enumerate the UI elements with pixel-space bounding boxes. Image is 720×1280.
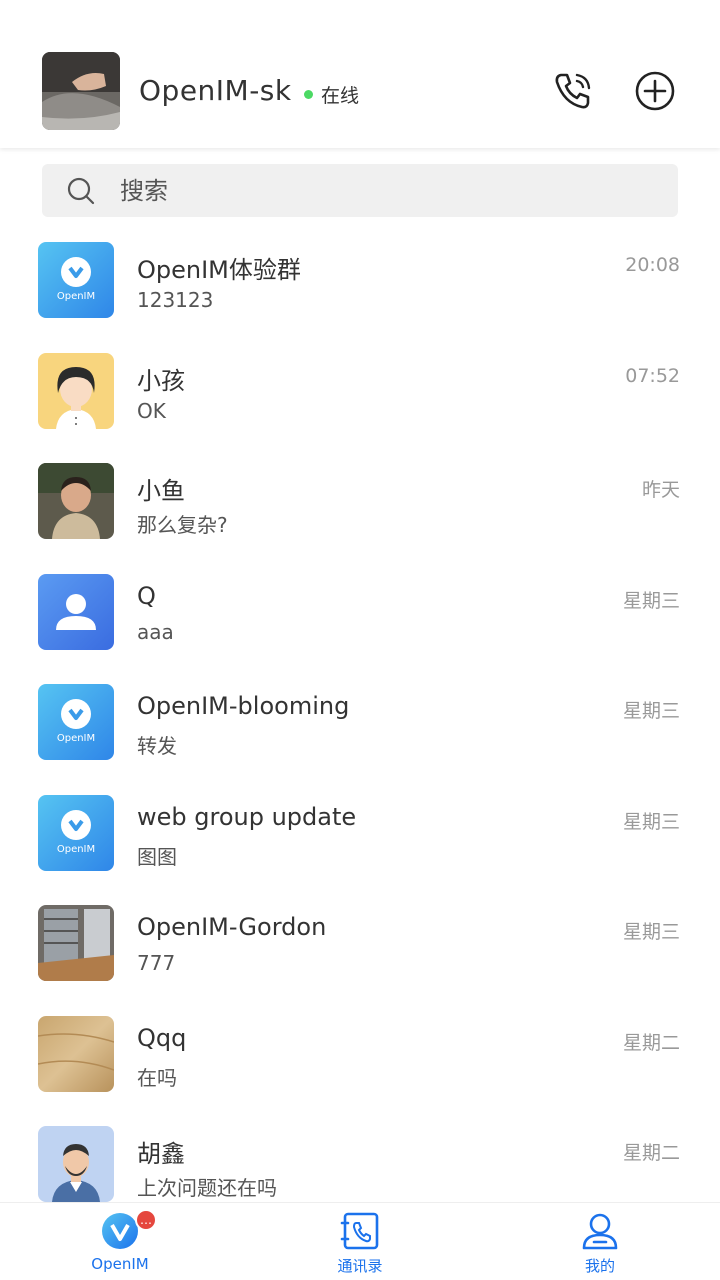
plus-circle-icon — [635, 71, 675, 111]
conversation-title: web group update — [137, 802, 357, 831]
user-avatar[interactable] — [42, 52, 120, 130]
message-time: 星期三 — [622, 589, 680, 612]
message-time: 昨天 — [641, 479, 680, 501]
message-time: 星期三 — [622, 700, 680, 722]
last-message: 在吗 — [137, 1065, 177, 1090]
message-time: 星期二 — [622, 1142, 680, 1164]
tab-openim[interactable]: … OpenIM — [60, 1203, 180, 1280]
conversation-title: Qqq — [137, 1023, 187, 1052]
conversation-item[interactable]: 胡鑫 上次问题还在吗 星期二 — [0, 1112, 720, 1203]
message-time: 星期二 — [622, 1031, 680, 1054]
conversation-title: OpenIM-Gordon — [137, 913, 327, 941]
search-bar[interactable] — [42, 164, 678, 217]
unread-badge: … — [135, 1209, 157, 1231]
top-header: OpenIM-sk 在线 — [0, 0, 720, 148]
tab-label: OpenIM — [91, 1255, 149, 1273]
svg-text:OpenIM: OpenIM — [57, 844, 95, 855]
user-name: OpenIM-sk — [139, 74, 292, 107]
profile-icon — [582, 1213, 618, 1250]
svg-text:OpenIM: OpenIM — [57, 291, 95, 302]
call-button[interactable] — [552, 70, 594, 112]
girl-avatar — [38, 352, 114, 429]
online-status: 在线 — [304, 81, 359, 108]
last-message: 777 — [137, 951, 176, 975]
conversation-title: Q — [137, 581, 156, 610]
conversation-item[interactable]: OpenIM OpenIM体验群 123123 20:08 — [0, 228, 720, 339]
tab-label: 通讯录 — [337, 1257, 383, 1275]
openim-icon — [102, 1213, 138, 1249]
openim-logo-avatar: OpenIM — [38, 794, 114, 871]
conversation-item[interactable]: 小鱼 那么复杂? 昨天 — [0, 449, 720, 560]
last-message: aaa — [137, 619, 174, 644]
add-button[interactable] — [634, 70, 676, 112]
search-icon — [67, 177, 95, 204]
conversation-title: OpenIM-blooming — [137, 692, 350, 720]
tab-label: 我的 — [584, 1257, 615, 1275]
message-time: 07:52 — [625, 364, 680, 387]
bottom-tab-bar: … OpenIM 通讯录 我的 — [0, 1202, 720, 1280]
last-message: 转发 — [137, 734, 177, 758]
search-input[interactable] — [120, 176, 620, 205]
conversation-item[interactable]: Qqq 在吗 星期二 — [0, 1002, 720, 1113]
contacts-icon — [340, 1212, 379, 1250]
last-message: 图图 — [137, 844, 177, 869]
default-user-avatar — [38, 573, 114, 650]
room-photo-avatar — [38, 905, 114, 981]
conversation-title: 小鱼 — [137, 477, 185, 505]
conversation-item[interactable]: OpenIM-Gordon 777 星期三 — [0, 891, 720, 1002]
conversation-title: 小孩 — [137, 366, 185, 395]
message-time: 星期三 — [622, 810, 680, 833]
svg-text:OpenIM: OpenIM — [57, 733, 95, 744]
child-photo-avatar — [38, 463, 114, 539]
conversation-title: 胡鑫 — [137, 1140, 185, 1168]
conversation-item[interactable]: 小孩 OK 07:52 — [0, 339, 720, 450]
message-time: 20:08 — [625, 254, 680, 276]
phone-icon — [555, 73, 591, 109]
conversation-item[interactable]: OpenIM OpenIM-blooming 转发 星期三 — [0, 670, 720, 781]
tab-contacts[interactable]: 通讯录 — [300, 1203, 420, 1280]
last-message: 上次问题还在吗 — [137, 1176, 277, 1200]
online-dot — [304, 90, 313, 99]
last-message: OK — [137, 398, 166, 423]
conversation-list: OpenIM OpenIM体验群 123123 20:08 小孩 OK 07:5… — [0, 228, 720, 1203]
last-message: 那么复杂? — [137, 513, 228, 537]
message-time: 星期三 — [622, 921, 680, 943]
last-message: 123123 — [137, 288, 214, 312]
conversation-title: OpenIM体验群 — [137, 256, 301, 284]
wood-photo-avatar — [38, 1015, 114, 1092]
openim-logo-avatar: OpenIM — [38, 684, 114, 760]
status-label: 在线 — [321, 85, 360, 107]
conversation-item[interactable]: OpenIM web group update 图图 星期三 — [0, 781, 720, 892]
tab-profile[interactable]: 我的 — [540, 1203, 660, 1280]
man-avatar — [38, 1126, 114, 1202]
openim-logo-avatar: OpenIM — [38, 242, 114, 318]
conversation-item[interactable]: Q aaa 星期三 — [0, 560, 720, 671]
